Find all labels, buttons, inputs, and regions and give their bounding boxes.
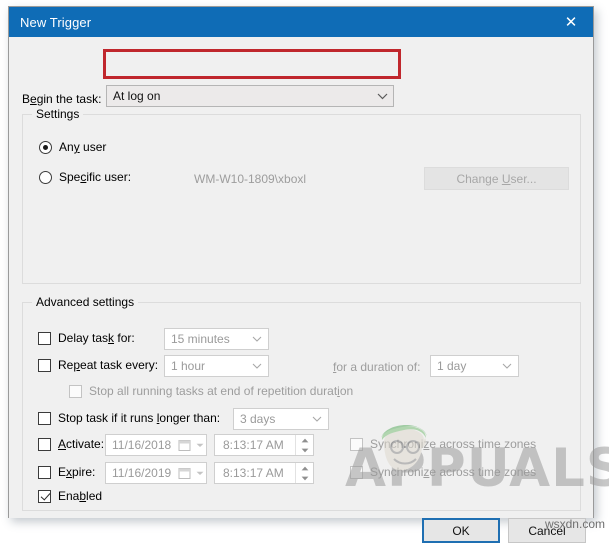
checkbox-indicator-activate — [38, 437, 51, 451]
checkbox-indicator-activate-sync-timezones — [350, 437, 363, 451]
duration-combobox[interactable]: 1 day — [430, 355, 519, 377]
stop-all-running-tasks-label: Stop all running tasks at end of repetit… — [89, 384, 354, 398]
radio-indicator-specific-user — [39, 170, 52, 184]
repeat-task-label: Repeat task every: — [58, 358, 159, 372]
checkbox-expire-sync-timezones[interactable]: Synchronize across time zones — [350, 465, 536, 479]
expire-label: Expire: — [58, 465, 96, 479]
checkbox-expire[interactable]: Expire: — [38, 465, 95, 479]
chevron-down-icon — [246, 363, 268, 369]
expire-time-field[interactable]: 8:13:17 AM — [214, 462, 314, 484]
activate-time-field[interactable]: 8:13:17 AM — [214, 434, 314, 456]
activate-time-value: 8:13:17 AM — [223, 438, 284, 452]
stop-task-longer-than-combobox[interactable]: 3 days — [233, 408, 329, 430]
checkbox-delay-task[interactable]: Delay task for: — [38, 331, 135, 345]
checkbox-indicator-expire — [38, 465, 51, 479]
checkbox-indicator-stop-all-running-tasks — [69, 384, 82, 398]
expire-time-value: 8:13:17 AM — [223, 466, 284, 480]
repeat-task-value: 1 hour — [171, 359, 206, 373]
dialog-titlebar: New Trigger ✕ — [9, 7, 593, 37]
checkbox-stop-task-longer-than[interactable]: Stop task if it runs longer than: — [38, 411, 220, 425]
checkbox-activate[interactable]: Activate: — [38, 437, 104, 451]
checkbox-repeat-task[interactable]: Repeat task every: — [38, 358, 158, 372]
delay-task-combobox[interactable]: 15 minutes — [164, 328, 269, 350]
stop-task-longer-than-label: Stop task if it runs longer than: — [58, 411, 221, 425]
calendar-icon — [178, 439, 191, 451]
settings-group-title: Settings — [32, 107, 84, 121]
checkbox-indicator-stop-task-longer-than — [38, 411, 51, 425]
chevron-down-icon — [306, 416, 328, 422]
enabled-label: Enabled — [58, 489, 103, 503]
radio-specific-user-label: Specific user: — [59, 170, 132, 184]
chevron-down-icon — [246, 336, 268, 342]
activate-label: Activate: — [58, 437, 105, 451]
begin-task-value: At log on — [113, 89, 161, 103]
activate-sync-timezones-label: Synchronize across time zones — [370, 437, 537, 451]
checkbox-indicator-expire-sync-timezones — [350, 465, 363, 479]
for-a-duration-of-label: for a duration of: — [333, 360, 421, 374]
advanced-settings-group-title: Advanced settings — [32, 295, 139, 309]
activate-time-spinner[interactable] — [295, 435, 313, 455]
chevron-down-icon — [193, 471, 206, 476]
expire-date-value: 11/16/2019 — [112, 466, 172, 480]
checkbox-stop-all-running-tasks[interactable]: Stop all running tasks at end of repetit… — [69, 384, 353, 398]
change-user-button-label: Change User... — [456, 171, 537, 186]
specific-user-value: WM-W10-1809\xboxl — [194, 172, 307, 186]
begin-task-combobox[interactable]: At log on — [106, 85, 394, 107]
repeat-task-combobox[interactable]: 1 hour — [164, 355, 269, 377]
checkbox-indicator-delay-task — [38, 331, 51, 345]
checkbox-activate-sync-timezones[interactable]: Synchronize across time zones — [350, 437, 536, 451]
ok-button-label: OK — [452, 523, 470, 538]
close-icon[interactable]: ✕ — [549, 7, 593, 37]
calendar-icon — [178, 467, 191, 479]
dialog-title: New Trigger — [20, 14, 92, 30]
spinner-down-icon[interactable] — [296, 473, 313, 483]
begin-the-task-label: Begin the task: — [22, 92, 102, 106]
spinner-up-icon[interactable] — [296, 435, 313, 445]
spinner-up-icon[interactable] — [296, 463, 313, 473]
ok-button[interactable]: OK — [422, 518, 500, 543]
spinner-down-icon[interactable] — [296, 445, 313, 455]
dialog-client-area: Begin the task: At log on Settings Any u… — [9, 37, 593, 543]
new-trigger-dialog: New Trigger ✕ Begin the task: At log on … — [8, 6, 594, 543]
radio-specific-user[interactable]: Specific user: — [39, 170, 131, 184]
radio-indicator-any-user — [39, 140, 52, 154]
checkbox-enabled[interactable]: Enabled — [38, 489, 102, 503]
expire-time-spinner[interactable] — [295, 463, 313, 483]
checkbox-indicator-enabled — [38, 489, 51, 503]
chevron-down-icon — [371, 93, 393, 100]
duration-value: 1 day — [437, 359, 467, 373]
delay-task-label: Delay task for: — [58, 331, 135, 345]
checkbox-indicator-repeat-task — [38, 358, 51, 372]
delay-task-value: 15 minutes — [171, 332, 230, 346]
wsxdn-watermark: wsxdn.com — [544, 517, 605, 531]
expire-date-field[interactable]: 11/16/2019 — [105, 462, 207, 484]
chevron-down-icon — [193, 443, 206, 448]
radio-any-user-label: Any user — [59, 140, 107, 154]
expire-sync-timezones-label: Synchronize across time zones — [370, 465, 537, 479]
stop-task-longer-than-value: 3 days — [240, 412, 276, 426]
activate-date-value: 11/16/2018 — [112, 438, 172, 452]
change-user-button[interactable]: Change User... — [424, 167, 569, 190]
radio-any-user[interactable]: Any user — [39, 140, 106, 154]
activate-date-field[interactable]: 11/16/2018 — [105, 434, 207, 456]
chevron-down-icon — [496, 363, 518, 369]
